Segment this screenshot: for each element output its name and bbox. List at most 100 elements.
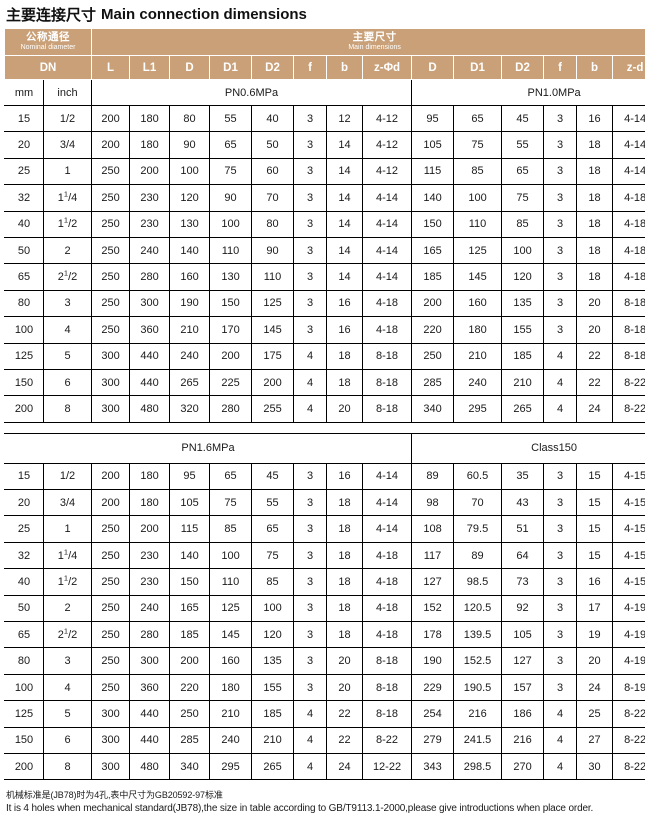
cell-left-2: 115 [169, 515, 211, 543]
cell-right-3: 4 [543, 368, 578, 397]
cell-inch: 1/2 [42, 104, 93, 133]
cell-left-4: 85 [251, 568, 295, 596]
cell-right-1: 79.5 [453, 515, 503, 543]
footnote-en: It is 4 holes when mechanical standard(J… [6, 803, 594, 815]
cell-left-6: 14 [326, 236, 364, 265]
cell-left-3: 240 [209, 726, 253, 754]
cell-left-7: 8-18 [362, 395, 413, 423]
header-col-d-right: D [411, 55, 455, 80]
cell-left-0: 250 [91, 541, 131, 570]
cell-left-0: 250 [91, 647, 131, 675]
cell-right-1: 65 [453, 104, 503, 133]
cell-right-3: 4 [543, 700, 578, 728]
cell-right-5: 8-19 [612, 673, 645, 702]
cell-left-6: 24 [326, 752, 364, 781]
cell-left-0: 300 [91, 726, 131, 754]
cell-left-7: 4-18 [362, 541, 413, 570]
cell-right-5: 4-18 [612, 210, 645, 238]
table-row: 203/42001809065503144-1210575553184-1416… [4, 131, 645, 159]
cell-left-0: 200 [91, 489, 131, 517]
cell-left-1: 440 [129, 368, 171, 397]
cell-left-6: 16 [326, 289, 364, 318]
cell-right-2: 73 [501, 568, 545, 596]
cell-right-2: 157 [501, 673, 545, 702]
cell-right-5: 4-14 [612, 131, 645, 159]
cell-right-0: 254 [411, 700, 455, 728]
cell-inch: 3 [42, 289, 93, 318]
cell-left-5: 3 [293, 236, 328, 265]
cell-left-1: 230 [129, 184, 171, 212]
cell-right-5: 4-15 [612, 462, 645, 491]
cell-left-0: 250 [91, 515, 131, 543]
cell-right-3: 3 [543, 462, 578, 491]
cell-right-5: 8-18 [612, 342, 645, 370]
cell-left-5: 4 [293, 395, 328, 423]
cell-inch: 1/2 [42, 462, 93, 491]
cell-left-5: 4 [293, 752, 328, 781]
cell-left-0: 200 [91, 462, 131, 491]
cell-left-7: 4-14 [362, 236, 413, 265]
cell-left-2: 190 [169, 289, 211, 318]
cell-right-1: 145 [453, 263, 503, 291]
cell-right-1: 75 [453, 131, 503, 159]
cell-left-0: 200 [91, 104, 131, 133]
cell-left-5: 3 [293, 541, 328, 570]
cell-right-1: 110 [453, 210, 503, 238]
cell-left-1: 360 [129, 316, 171, 344]
cell-left-6: 14 [326, 184, 364, 212]
cell-left-5: 3 [293, 568, 328, 596]
cell-left-7: 4-14 [362, 489, 413, 517]
cell-left-2: 265 [169, 368, 211, 397]
cell-right-0: 152 [411, 594, 455, 623]
cell-right-5: 4-19 [612, 647, 645, 675]
cell-left-4: 265 [251, 752, 295, 781]
cell-inch: 3/4 [42, 131, 93, 159]
cell-left-4: 55 [251, 489, 295, 517]
cell-left-0: 250 [91, 236, 131, 265]
cell-left-5: 3 [293, 621, 328, 649]
cell-left-0: 250 [91, 263, 131, 291]
cell-right-2: 43 [501, 489, 545, 517]
cell-left-1: 200 [129, 157, 171, 186]
cell-left-4: 175 [251, 342, 295, 370]
cell-dn: 40 [4, 210, 44, 238]
cell-left-2: 140 [169, 541, 211, 570]
cell-right-2: 75 [501, 184, 545, 212]
cell-left-4: 45 [251, 462, 295, 491]
cell-inch: 8 [42, 395, 93, 423]
cell-left-7: 4-14 [362, 263, 413, 291]
cell-inch: 3 [42, 647, 93, 675]
cell-left-5: 4 [293, 368, 328, 397]
cell-left-4: 255 [251, 395, 295, 423]
cell-left-0: 200 [91, 131, 131, 159]
cell-right-0: 115 [411, 157, 455, 186]
cell-left-3: 110 [209, 236, 253, 265]
cell-left-2: 140 [169, 236, 211, 265]
cell-dn: 65 [4, 621, 44, 649]
cell-left-3: 75 [209, 489, 253, 517]
cell-right-0: 200 [411, 289, 455, 318]
cell-left-1: 280 [129, 263, 171, 291]
cell-left-6: 18 [326, 621, 364, 649]
cell-left-5: 3 [293, 263, 328, 291]
cell-right-4: 18 [576, 210, 614, 238]
cell-right-4: 18 [576, 263, 614, 291]
cell-left-6: 16 [326, 462, 364, 491]
cell-left-3: 200 [209, 342, 253, 370]
cell-right-4: 20 [576, 289, 614, 318]
table-row: 151/22001809565453164-148960.5353154-151… [4, 462, 645, 491]
cell-left-3: 160 [209, 647, 253, 675]
cell-left-1: 240 [129, 594, 171, 623]
cell-right-1: 216 [453, 700, 503, 728]
cell-right-3: 3 [543, 673, 578, 702]
section-gap-cell [4, 422, 645, 434]
cell-right-2: 265 [501, 395, 545, 423]
cell-right-2: 85 [501, 210, 545, 238]
cell-right-1: 125 [453, 236, 503, 265]
header-col-l1-left: L1 [129, 55, 171, 80]
cell-inch: 1 [42, 515, 93, 543]
cell-right-5: 4-14 [612, 157, 645, 186]
cell-right-4: 15 [576, 462, 614, 491]
cell-right-4: 15 [576, 515, 614, 543]
cell-dn: 150 [4, 726, 44, 754]
